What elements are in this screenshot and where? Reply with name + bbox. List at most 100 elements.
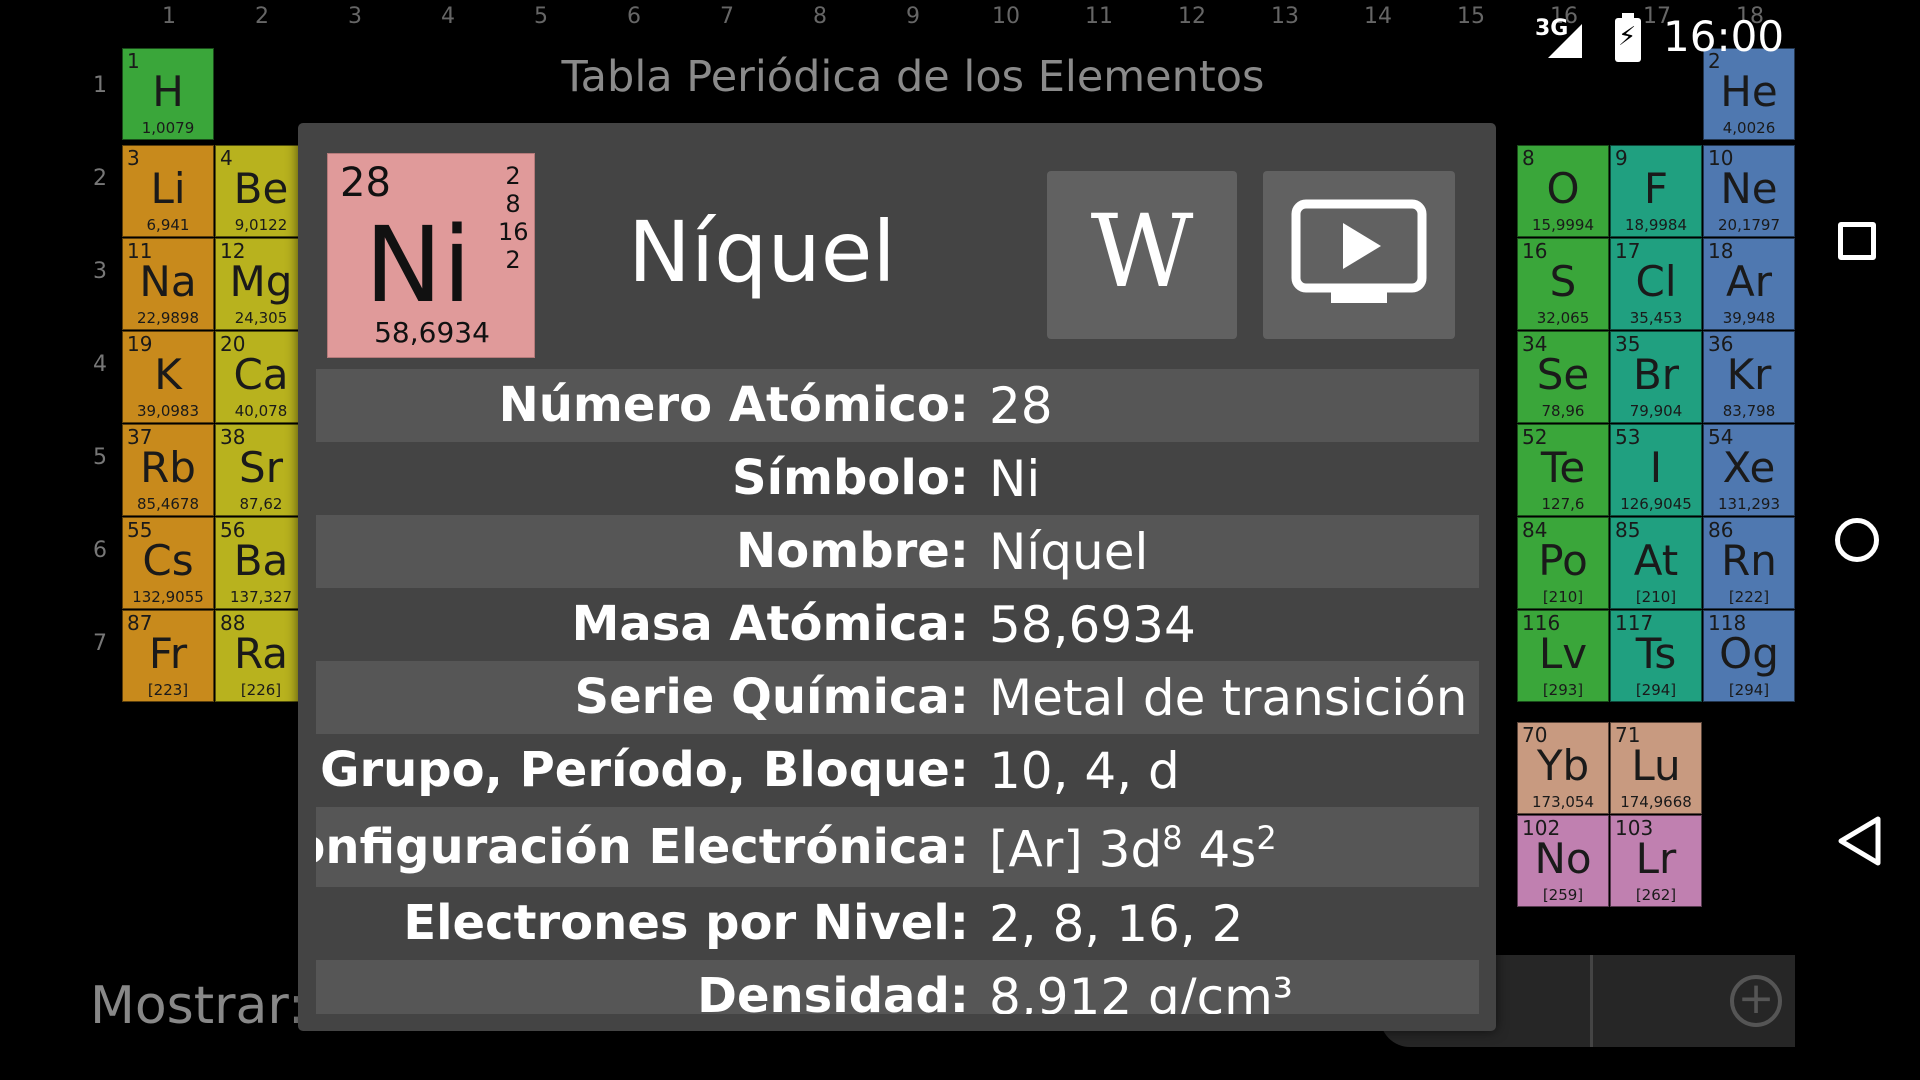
element-cell-cs[interactable]: 55 Cs 132,9055 bbox=[122, 517, 214, 609]
element-cell-f[interactable]: 9 F 18,9984 bbox=[1610, 145, 1702, 237]
element-cell-mg[interactable]: 12 Mg 24,305 bbox=[215, 238, 307, 330]
wikipedia-button[interactable]: W bbox=[1047, 171, 1237, 339]
element-cell-kr[interactable]: 36 Kr 83,798 bbox=[1703, 331, 1795, 423]
element-cell-lr[interactable]: 103 Lr [262] bbox=[1610, 815, 1702, 907]
element-cell-ne[interactable]: 10 Ne 20,1797 bbox=[1703, 145, 1795, 237]
element-cell-se[interactable]: 34 Se 78,96 bbox=[1517, 331, 1609, 423]
element-symbol: Po bbox=[1538, 536, 1588, 585]
element-symbol: At bbox=[1633, 536, 1679, 585]
property-label: Masa Atómica: bbox=[571, 596, 969, 652]
property-row: Símbolo: Ni bbox=[316, 442, 1479, 515]
zoom-in-icon[interactable]: + bbox=[1730, 975, 1782, 1027]
element-cell-na[interactable]: 11 Na 22,9898 bbox=[122, 238, 214, 330]
atomic-mass: 20,1797 bbox=[1717, 216, 1781, 234]
element-symbol: O bbox=[1546, 164, 1580, 213]
element-symbol: F bbox=[1643, 164, 1669, 213]
property-label: Grupo, Período, Bloque: bbox=[320, 742, 969, 798]
element-symbol: Ba bbox=[233, 536, 289, 585]
config-part: 4s bbox=[1182, 820, 1257, 879]
element-cell-xe[interactable]: 54 Xe 131,293 bbox=[1703, 424, 1795, 516]
property-label: Densidad: bbox=[697, 968, 969, 1014]
element-cell-lu[interactable]: 71 Lu 174,9668 bbox=[1610, 722, 1702, 814]
recent-apps-icon[interactable] bbox=[1838, 222, 1876, 260]
atomic-mass: 78,96 bbox=[1541, 402, 1585, 420]
show-filter-label: Mostrar: bbox=[90, 976, 306, 1036]
property-row: Densidad: 8,912 g/cm³ bbox=[316, 960, 1479, 1014]
atomic-mass: [293] bbox=[1542, 681, 1584, 699]
element-name: Níquel bbox=[628, 203, 896, 301]
element-symbol: Ar bbox=[1726, 257, 1772, 306]
home-icon[interactable] bbox=[1835, 518, 1879, 562]
element-cell-rn[interactable]: 86 Rn [222] bbox=[1703, 517, 1795, 609]
element-cell-te[interactable]: 52 Te 127,6 bbox=[1517, 424, 1609, 516]
video-button[interactable] bbox=[1263, 171, 1455, 339]
element-cell-cl[interactable]: 17 Cl 35,453 bbox=[1610, 238, 1702, 330]
element-cell-ar[interactable]: 18 Ar 39,948 bbox=[1703, 238, 1795, 330]
element-cell-o[interactable]: 8 O 15,9994 bbox=[1517, 145, 1609, 237]
element-symbol: Lv bbox=[1538, 629, 1588, 678]
element-cell-be[interactable]: 4 Be 9,0122 bbox=[215, 145, 307, 237]
element-cell-po[interactable]: 84 Po [210] bbox=[1517, 517, 1609, 609]
group-number: 10 bbox=[992, 4, 1020, 29]
atomic-mass: 137,327 bbox=[229, 588, 293, 606]
element-cell-ts[interactable]: 117 Ts [294] bbox=[1610, 610, 1702, 702]
element-symbol: Fr bbox=[148, 629, 188, 678]
element-cell-at[interactable]: 85 At [210] bbox=[1610, 517, 1702, 609]
group-number: 9 bbox=[906, 4, 920, 29]
element-symbol: No bbox=[1534, 834, 1592, 883]
atomic-mass: 15,9994 bbox=[1531, 216, 1595, 234]
atomic-mass: 18,9984 bbox=[1624, 216, 1688, 234]
atomic-mass: 85,4678 bbox=[136, 495, 200, 513]
property-row: Número Atómico: 28 bbox=[316, 369, 1479, 442]
navigation-bar bbox=[1826, 0, 1920, 1080]
property-row: Nombre: Níquel bbox=[316, 515, 1479, 588]
element-cell-sr[interactable]: 38 Sr 87,62 bbox=[215, 424, 307, 516]
period-number: 7 bbox=[93, 631, 107, 656]
group-number: 4 bbox=[441, 4, 455, 29]
element-symbol: S bbox=[1549, 257, 1577, 306]
shell-count: 2 bbox=[505, 162, 521, 190]
element-cell-li[interactable]: 3 Li 6,941 bbox=[122, 145, 214, 237]
element-cell-i[interactable]: 53 I 126,9045 bbox=[1610, 424, 1702, 516]
element-symbol: Ni bbox=[364, 204, 472, 326]
config-part: [Ar] 3d bbox=[989, 820, 1163, 879]
element-cell-ra[interactable]: 88 Ra [226] bbox=[215, 610, 307, 702]
element-symbol: He bbox=[1720, 67, 1778, 116]
element-cell-og[interactable]: 118 Og [294] bbox=[1703, 610, 1795, 702]
element-cell-ba[interactable]: 56 Ba 137,327 bbox=[215, 517, 307, 609]
element-cell-h[interactable]: 1 H 1,0079 bbox=[122, 48, 214, 140]
element-cell-lv[interactable]: 116 Lv [293] bbox=[1517, 610, 1609, 702]
atomic-mass: 58,6934 bbox=[374, 316, 490, 349]
property-row: Serie Química: Metal de transición bbox=[316, 661, 1479, 734]
period-number: 2 bbox=[93, 166, 107, 191]
element-symbol: Ra bbox=[234, 629, 288, 678]
atomic-mass: 22,9898 bbox=[136, 309, 200, 327]
element-cell-ca[interactable]: 20 Ca 40,078 bbox=[215, 331, 307, 423]
property-label: Electrones por Nivel: bbox=[403, 895, 969, 951]
property-value: 58,6934 bbox=[989, 596, 1196, 654]
atomic-mass: 79,904 bbox=[1629, 402, 1683, 420]
atomic-mass: 35,453 bbox=[1629, 309, 1683, 327]
back-icon[interactable] bbox=[1836, 815, 1882, 867]
element-cell-rb[interactable]: 37 Rb 85,4678 bbox=[122, 424, 214, 516]
element-properties-list[interactable]: Número Atómico: 28 Símbolo: Ni Nombre: N… bbox=[316, 369, 1479, 1014]
atomic-mass: 132,9055 bbox=[132, 588, 204, 606]
element-cell-fr[interactable]: 87 Fr [223] bbox=[122, 610, 214, 702]
element-cell-s[interactable]: 16 S 32,065 bbox=[1517, 238, 1609, 330]
element-symbol: Be bbox=[233, 164, 289, 213]
element-cell-br[interactable]: 35 Br 79,904 bbox=[1610, 331, 1702, 423]
zoom-control-divider bbox=[1590, 955, 1593, 1047]
property-row: Masa Atómica: 58,6934 bbox=[316, 588, 1479, 661]
element-cell-no[interactable]: 102 No [259] bbox=[1517, 815, 1609, 907]
element-symbol: Rn bbox=[1721, 536, 1777, 585]
group-number: 13 bbox=[1271, 4, 1299, 29]
atomic-mass: [210] bbox=[1635, 588, 1677, 606]
element-symbol: Ne bbox=[1720, 164, 1778, 213]
electron-shells: 2 8 16 2 bbox=[498, 162, 529, 274]
element-cell-yb[interactable]: 70 Yb 173,054 bbox=[1517, 722, 1609, 814]
element-symbol: H bbox=[152, 67, 184, 116]
element-cell-k[interactable]: 19 K 39,0983 bbox=[122, 331, 214, 423]
status-bar: 3G 16:00 bbox=[1520, 10, 1820, 70]
element-symbol: Ca bbox=[233, 350, 289, 399]
atomic-number: 28 bbox=[340, 160, 391, 206]
